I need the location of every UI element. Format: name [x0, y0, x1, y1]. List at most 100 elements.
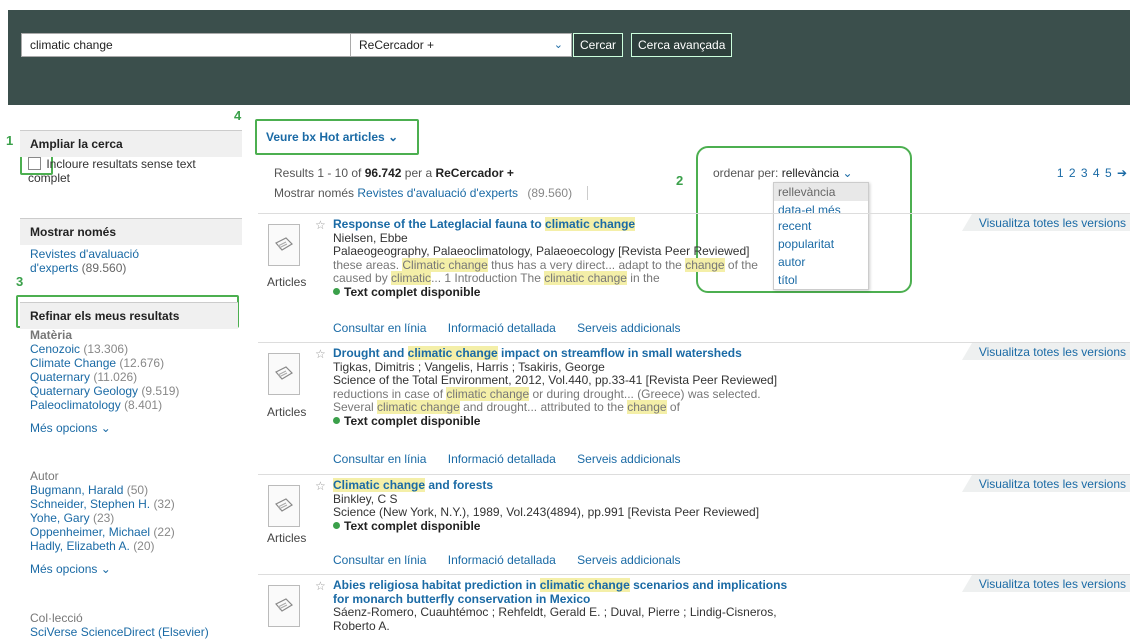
star-icon[interactable]: ☆	[315, 479, 326, 493]
sort-option[interactable]: rellevància	[774, 183, 868, 201]
pagination[interactable]: 1 2 3 4 5 ➔	[1057, 166, 1128, 180]
annotation-4: 4	[234, 108, 242, 123]
result-item: Articles ☆ Climatic change and forests B…	[258, 474, 1130, 570]
result-snippet: caused by climatic... 1 Introduction The…	[333, 271, 660, 285]
available-dot-icon	[333, 416, 340, 424]
document-icon	[275, 366, 293, 380]
details-link[interactable]: Informació detallada	[448, 321, 556, 335]
facet-item[interactable]: Bugmann, Harald (50)	[30, 483, 240, 497]
view-online-link[interactable]: Consultar en línia	[333, 553, 426, 567]
refine-title: Refinar els meus resultats	[20, 302, 238, 329]
show-only-title: Mostrar només	[20, 218, 242, 245]
result-type: Articles	[267, 275, 307, 289]
include-no-fulltext-option[interactable]: Incloure resultats sense text complet	[28, 157, 228, 185]
extra-services-link[interactable]: Serveis addicionals	[577, 321, 680, 335]
refine-section: Refinar els meus resultats	[20, 302, 238, 329]
facet-item[interactable]: Paleoclimatology (8.401)	[30, 398, 240, 412]
result-title-cont[interactable]: for monarch butterfly conservation in Me…	[333, 592, 953, 607]
more-options-subject[interactable]: Més opcions ⌄	[30, 421, 240, 435]
facet-item[interactable]: Schneider, Stephen H. (32)	[30, 497, 240, 511]
article-thumbnail[interactable]	[268, 224, 300, 266]
include-label: Incloure resultats sense text complet	[28, 157, 196, 185]
document-icon	[275, 237, 293, 251]
facet-item[interactable]: Climate Change (12.676)	[30, 356, 240, 370]
search-input[interactable]: climatic change	[21, 33, 351, 57]
result-title[interactable]: Drought and climatic change impact on st…	[333, 346, 953, 361]
document-icon	[275, 598, 293, 612]
view-all-versions-link[interactable]: Visualitza totes les versions	[962, 214, 1130, 231]
result-authors: Sáenz-Romero, Cuauhtémoc ; Rehfeldt, Ger…	[333, 605, 777, 619]
result-snippet: reductions in case of climatic change or…	[333, 386, 761, 401]
subject-facet: Matèria Cenozoic (13.306) Climate Change…	[30, 328, 240, 436]
article-thumbnail[interactable]	[268, 585, 300, 627]
extra-services-link[interactable]: Serveis addicionals	[577, 553, 680, 567]
collection-label: Col·lecció	[30, 611, 83, 625]
result-snippet: Several climatic change and drought... a…	[333, 400, 680, 414]
result-title[interactable]: Climatic change and forests	[333, 478, 953, 493]
availability-status: Text complet disponible	[333, 285, 953, 300]
facet-item[interactable]: Hadly, Elizabeth A. (20)	[30, 539, 240, 553]
hot-articles-toggle[interactable]: Veure bx Hot articles ⌄	[266, 130, 398, 144]
facet-item[interactable]: Quaternary Geology (9.519)	[30, 384, 240, 398]
sort-control[interactable]: ordenar per: rellevància ⌄	[713, 166, 853, 180]
sort-label: ordenar per:	[713, 166, 779, 180]
result-authors: Binkley, C S	[333, 491, 398, 506]
scope-select[interactable]: ReCercador + ⌄	[350, 33, 572, 57]
result-body: Drought and climatic change impact on st…	[333, 346, 953, 429]
subject-label: Matèria	[30, 328, 73, 342]
chevron-down-icon: ⌄	[100, 421, 111, 435]
result-source: Science (New York, N.Y.), 1989, Vol.243(…	[333, 505, 760, 519]
peer-reviewed-facet[interactable]: Revistes d'avaluació d'experts (89.560)	[30, 247, 180, 275]
details-link[interactable]: Informació detallada	[448, 452, 556, 466]
result-authors-cont: Roberto A.	[333, 618, 390, 633]
result-item: ☆ Abies religiosa habitat prediction in …	[258, 574, 1130, 635]
facet-item[interactable]: Yohe, Gary (23)	[30, 511, 240, 525]
scope-value: ReCercador +	[359, 38, 435, 52]
result-body: Abies religiosa habitat prediction in cl…	[333, 578, 953, 633]
advanced-search-button[interactable]: Cerca avançada	[631, 33, 733, 57]
chevron-down-icon: ⌄	[553, 39, 563, 51]
result-title[interactable]: Abies religiosa habitat prediction in cl…	[333, 578, 953, 593]
expand-search-title: Ampliar la cerca	[20, 130, 242, 157]
facet-item[interactable]: Quaternary (11.026)	[30, 370, 240, 384]
star-icon[interactable]: ☆	[315, 347, 326, 361]
facet-item[interactable]: SciVerse ScienceDirect (Elsevier)	[30, 625, 240, 639]
view-online-link[interactable]: Consultar en línia	[333, 452, 426, 466]
extra-services-link[interactable]: Serveis addicionals	[577, 452, 680, 466]
result-title[interactable]: Response of the Lateglacial fauna to cli…	[333, 217, 953, 232]
result-item: Articles ☆ Drought and climatic change i…	[258, 342, 1130, 470]
view-all-versions-link[interactable]: Visualitza totes les versions	[962, 343, 1130, 360]
result-source: Palaeogeography, Palaeoclimatology, Pala…	[333, 244, 750, 258]
star-icon[interactable]: ☆	[315, 218, 326, 232]
view-all-versions-link[interactable]: Visualitza totes les versions	[962, 475, 1130, 492]
expand-search-section: Ampliar la cerca	[20, 130, 242, 157]
result-actions: Consultar en línia Informació detallada …	[333, 553, 699, 567]
result-item: Articles ☆ Response of the Lateglacial f…	[258, 213, 1130, 340]
article-thumbnail[interactable]	[268, 353, 300, 395]
result-authors: Tigkas, Dimitris ; Vangelis, Harris ; Ts…	[333, 359, 605, 374]
chevron-down-icon: ⌄	[388, 130, 399, 144]
result-authors: Nielsen, Ebbe	[333, 230, 408, 245]
results-summary: Results 1 - 10 of 96.742 per a ReCercado…	[274, 166, 514, 180]
availability-status: Text complet disponible	[333, 414, 953, 429]
view-all-versions-link[interactable]: Visualitza totes les versions	[962, 575, 1130, 592]
annotation-3: 3	[16, 274, 24, 289]
facet-item[interactable]: Cenozoic (13.306)	[30, 342, 240, 356]
more-options-author[interactable]: Més opcions ⌄	[30, 562, 240, 576]
details-link[interactable]: Informació detallada	[448, 553, 556, 567]
article-thumbnail[interactable]	[268, 485, 300, 527]
author-facet: Autor Bugmann, Harald (50) Schneider, St…	[30, 470, 240, 577]
result-actions: Consultar en línia Informació detallada …	[333, 452, 699, 466]
facet-item[interactable]: Oppenheimer, Michael (22)	[30, 525, 240, 539]
sort-value[interactable]: rellevància	[782, 166, 839, 180]
peer-reviewed-count: (89.560)	[81, 261, 127, 275]
document-icon	[275, 498, 293, 512]
view-online-link[interactable]: Consultar en línia	[333, 321, 426, 335]
star-icon[interactable]: ☆	[315, 579, 326, 593]
include-checkbox[interactable]	[28, 157, 41, 170]
available-dot-icon	[333, 521, 340, 529]
result-body: Response of the Lateglacial fauna to cli…	[333, 217, 953, 300]
search-button[interactable]: Cercar	[573, 33, 624, 57]
peer-filter-link[interactable]: Revistes d'avaluació d'experts	[357, 186, 518, 200]
result-type: Articles	[267, 405, 307, 419]
